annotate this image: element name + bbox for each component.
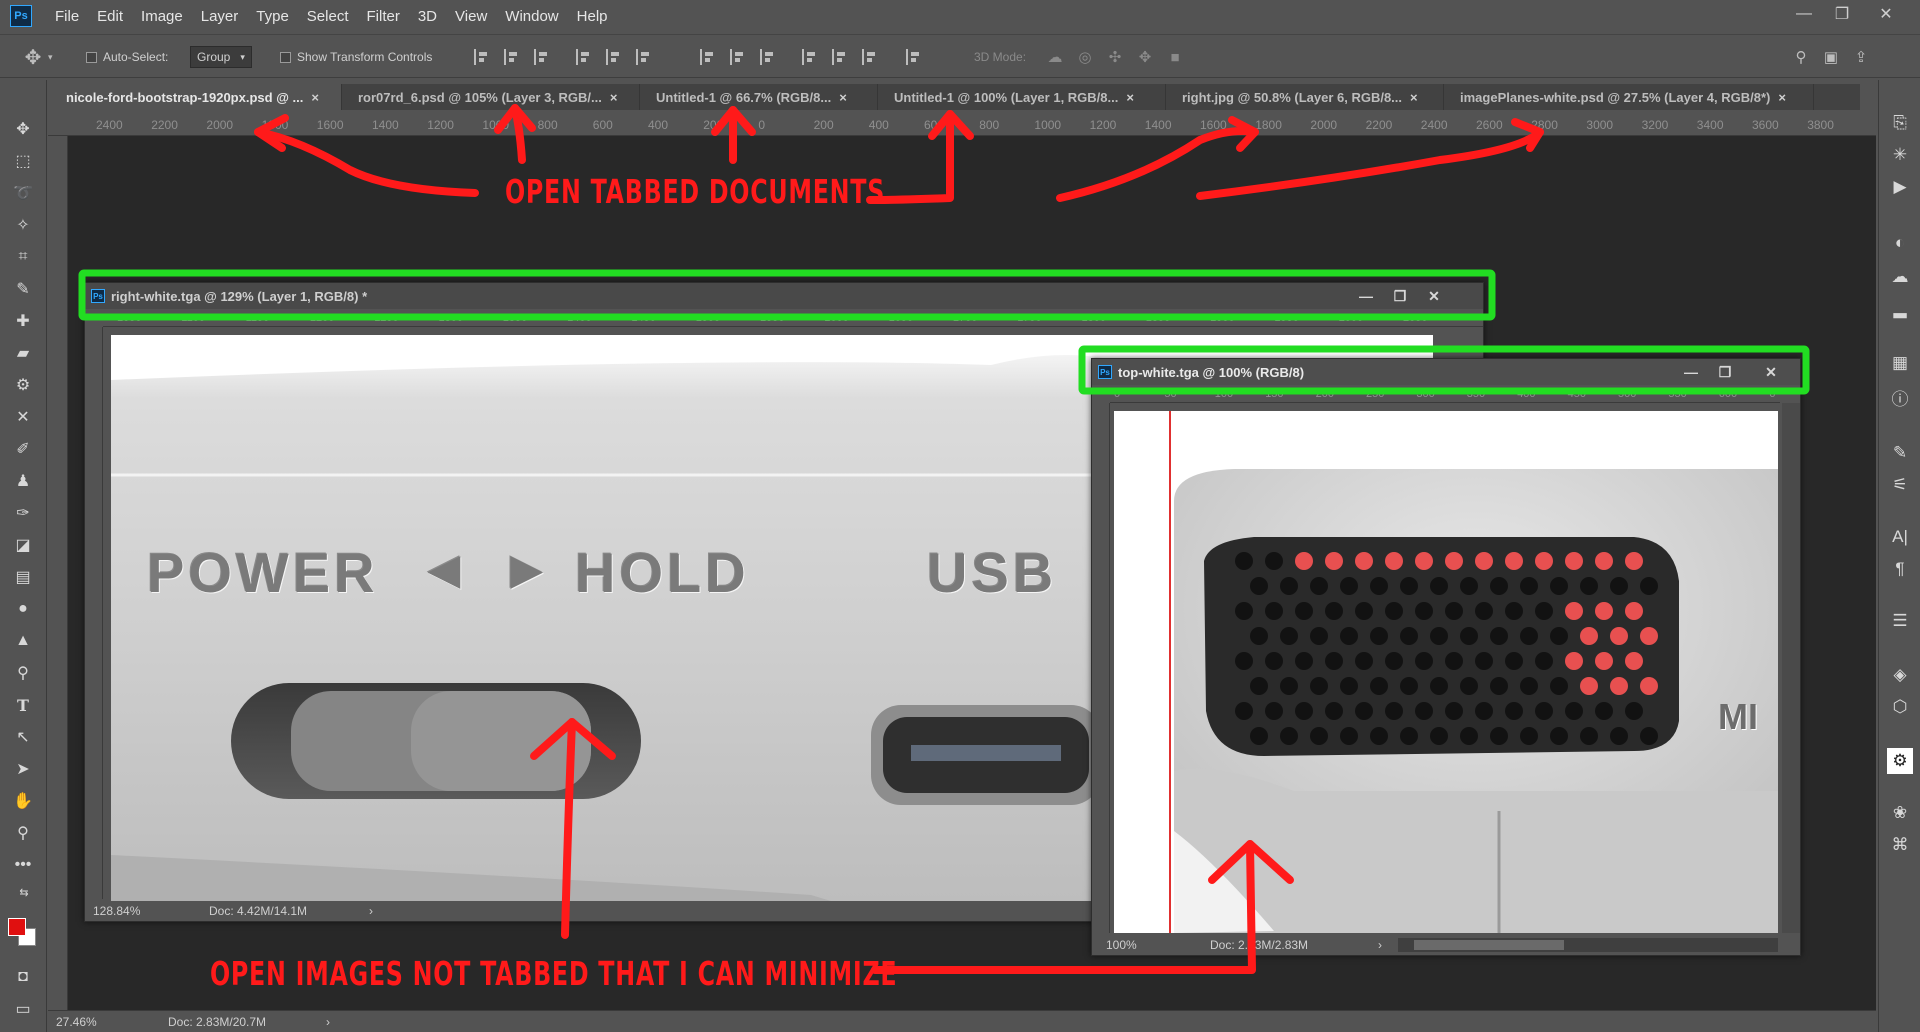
highlight-top-window-title [1078,345,1810,395]
foreground-color-swatch[interactable] [8,918,26,936]
annotation-tabbed-documents: OPEN TABBED DOCUMENTS [505,172,886,211]
annotation-floating-windows: OPEN IMAGES NOT TABBED THAT I CAN MINIMI… [210,954,898,993]
annotation-arrow [561,718,576,939]
annotation-arrow [254,128,479,197]
annotation-arrow [1056,127,1259,202]
annotation-arrow [871,840,1256,975]
annotation-overlay [78,104,1810,975]
highlight-right-window-title [78,269,1496,321]
